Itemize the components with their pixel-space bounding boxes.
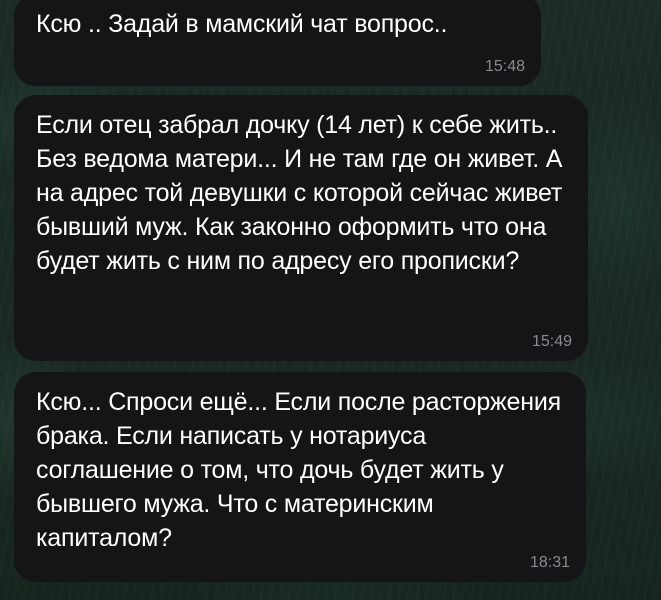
message-bubble[interactable]: Ксю... Спроси ещё... Если после расторже…: [14, 372, 586, 582]
message-text: Ксю .. Задай в мамский чат вопрос..: [36, 10, 448, 38]
message-text: Ксю... Спроси ещё... Если после расторже…: [36, 388, 561, 552]
message-timestamp: 15:49: [531, 333, 572, 350]
message-timestamp: 15:48: [484, 58, 525, 75]
message-bubble[interactable]: Ксю .. Задай в мамский чат вопрос.. 15:4…: [14, 0, 541, 86]
message-timestamp: 18:31: [529, 554, 570, 571]
message-bubble[interactable]: Если отец забрал дочку (14 лет) к себе ж…: [14, 95, 588, 361]
message-text: Если отец забрал дочку (14 лет) к себе ж…: [36, 111, 563, 275]
